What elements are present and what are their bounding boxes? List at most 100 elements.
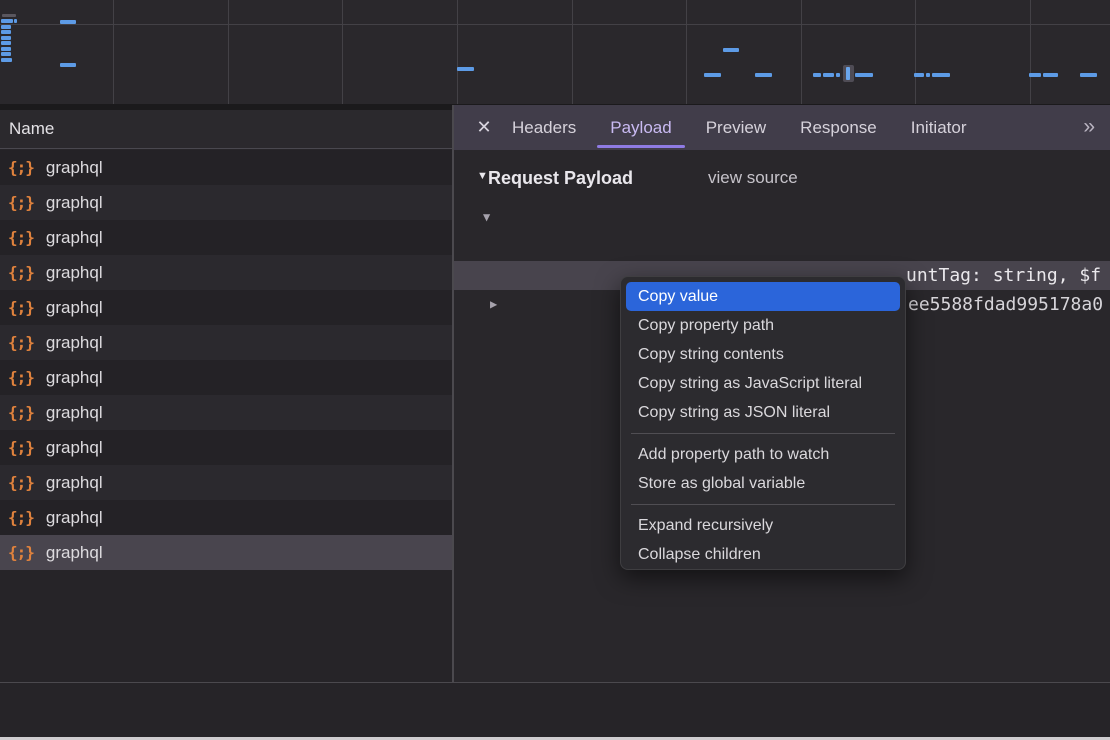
collapse-triangle-icon[interactable]: ▼ [477,170,488,182]
timeline-gridline [915,0,916,104]
json-resource-icon: {;} [8,228,34,247]
summary-bar [0,683,1110,737]
menu-separator [631,504,895,505]
request-row[interactable]: {;}graphql [0,360,452,395]
request-timing-bar [855,73,873,77]
request-row[interactable]: {;} graphql [0,220,452,255]
tab-initiator[interactable]: Initiator [894,105,984,150]
payload-row-operationName[interactable]: operationName: "ipFlowTimeseries" [454,232,1110,261]
request-name-label: graphql [46,508,103,528]
name-column-header[interactable]: Name [0,110,452,149]
request-timing-bar [1,41,11,45]
json-resource-icon: {;} [8,333,34,352]
request-name-label: graphql [46,158,103,178]
request-row[interactable]: {;}graphql [0,255,452,290]
json-resource-icon: {;} [8,438,34,457]
json-resource-icon: {;} [8,368,34,387]
request-timing-bar [823,73,834,77]
property-value-right: untTag: string, $f [906,261,1101,290]
context-menu: Copy valueCopy property pathCopy string … [620,276,906,570]
request-timing-bar [1,47,11,51]
json-resource-icon: {;} [8,158,34,177]
request-timing-bar [704,73,721,77]
timeline-gridline [572,0,573,104]
request-timing-bar [926,73,930,77]
variables-preview-fragment: ee5588fdad995178a0 [908,290,1103,319]
timeline-gridline [113,0,114,104]
json-resource-icon: {;} [8,193,34,212]
request-timing-bar [1029,73,1041,77]
json-resource-icon: {;} [8,543,34,562]
json-resource-icon: {;} [8,298,34,317]
request-name-label: graphql [46,228,103,248]
request-name-label: graphql [46,403,103,423]
menu-item-copy-property-path[interactable]: Copy property path [621,311,905,340]
close-icon[interactable]: ✕ [473,117,495,138]
timeline-gridline [1030,0,1031,104]
menu-item-copy-string-as-javascript-literal[interactable]: Copy string as JavaScript literal [621,369,905,398]
request-row[interactable]: {;} graphql [0,150,452,185]
menu-item-copy-string-as-json-literal[interactable]: Copy string as JSON literal [621,398,905,427]
request-timing-bar [60,20,76,24]
request-payload-title[interactable]: Request Payload [488,163,633,193]
request-name-label: graphql [46,333,103,353]
request-name-label: graphql [46,193,103,213]
menu-item-add-property-path-to-watch[interactable]: Add property path to watch [621,440,905,469]
tab-response[interactable]: Response [783,105,894,150]
payload-root-row[interactable]: ▼ {operationName: "ipFlowTimeseries", va… [454,203,1110,232]
detail-tab-bar: ✕ HeadersPayloadPreviewResponseInitiator [454,105,1110,150]
request-row[interactable]: {;} graphql [0,325,452,360]
tab-preview[interactable]: Preview [689,105,783,150]
timeline-gridline [228,0,229,104]
name-column-label: Name [9,119,54,138]
request-timing-bar [1,25,11,29]
request-list: {;} graphql {;} graphql {;} graphql {;} graphql… [0,150,452,682]
request-timing-bar [1080,73,1097,77]
request-row[interactable]: {;} graphql [0,430,452,465]
request-name-label: graphql [46,298,103,318]
tab-payload[interactable]: Payload [593,105,688,150]
request-timing-bar [723,48,739,52]
collapsed-triangle-icon[interactable]: ▶ [490,290,497,319]
request-timing-bar [813,73,821,77]
menu-item-store-as-global-variable[interactable]: Store as global variable [621,469,905,498]
request-timing-bar [457,67,474,71]
json-resource-icon: {;} [8,263,34,282]
view-source-link[interactable]: view source [708,163,798,193]
request-timing-bar [836,73,840,77]
menu-item-expand-recursively[interactable]: Expand recursively [621,511,905,540]
timeline-gridline [686,0,687,104]
request-row[interactable]: {;} graphql [0,395,452,430]
selected-request-marker [843,65,854,82]
menu-separator [631,433,895,434]
request-timing-bar [755,73,772,77]
marker-tick [846,67,850,80]
devtools-network-panel: Name {;}graphql{;}graphql{;}graphql{;}gr… [0,0,1110,740]
network-overview-timeline[interactable] [0,0,1110,104]
request-timing-bar [1043,73,1058,77]
timeline-gridline [457,0,458,104]
request-row[interactable]: {;}graphql [0,465,452,500]
request-name-label: graphql [46,473,103,493]
request-timing-bar [2,14,16,17]
request-name-label: graphql [46,438,103,458]
request-row[interactable]: {;}graphql [0,535,452,570]
timeline-horizontal-gridline [0,24,1110,25]
menu-item-collapse-children[interactable]: Collapse children [621,540,905,569]
request-timing-bar [914,73,924,77]
request-row[interactable]: {;} graphql [0,290,452,325]
request-timing-bar [60,63,76,67]
timeline-gridline [342,0,343,104]
request-timing-bar [1,19,13,23]
request-timing-bar [1,36,11,40]
tab-headers[interactable]: Headers [495,105,593,150]
expanded-triangle-icon[interactable]: ▼ [483,203,490,232]
request-row[interactable]: {;} graphql [0,185,452,220]
request-row[interactable]: {;}graphql [0,500,452,535]
json-resource-icon: {;} [8,403,34,422]
request-timing-bar [14,19,17,23]
menu-item-copy-string-contents[interactable]: Copy string contents [621,340,905,369]
menu-item-copy-value[interactable]: Copy value [626,282,900,311]
request-timing-bar [932,73,950,77]
more-tabs-icon[interactable]: » [1083,105,1092,150]
